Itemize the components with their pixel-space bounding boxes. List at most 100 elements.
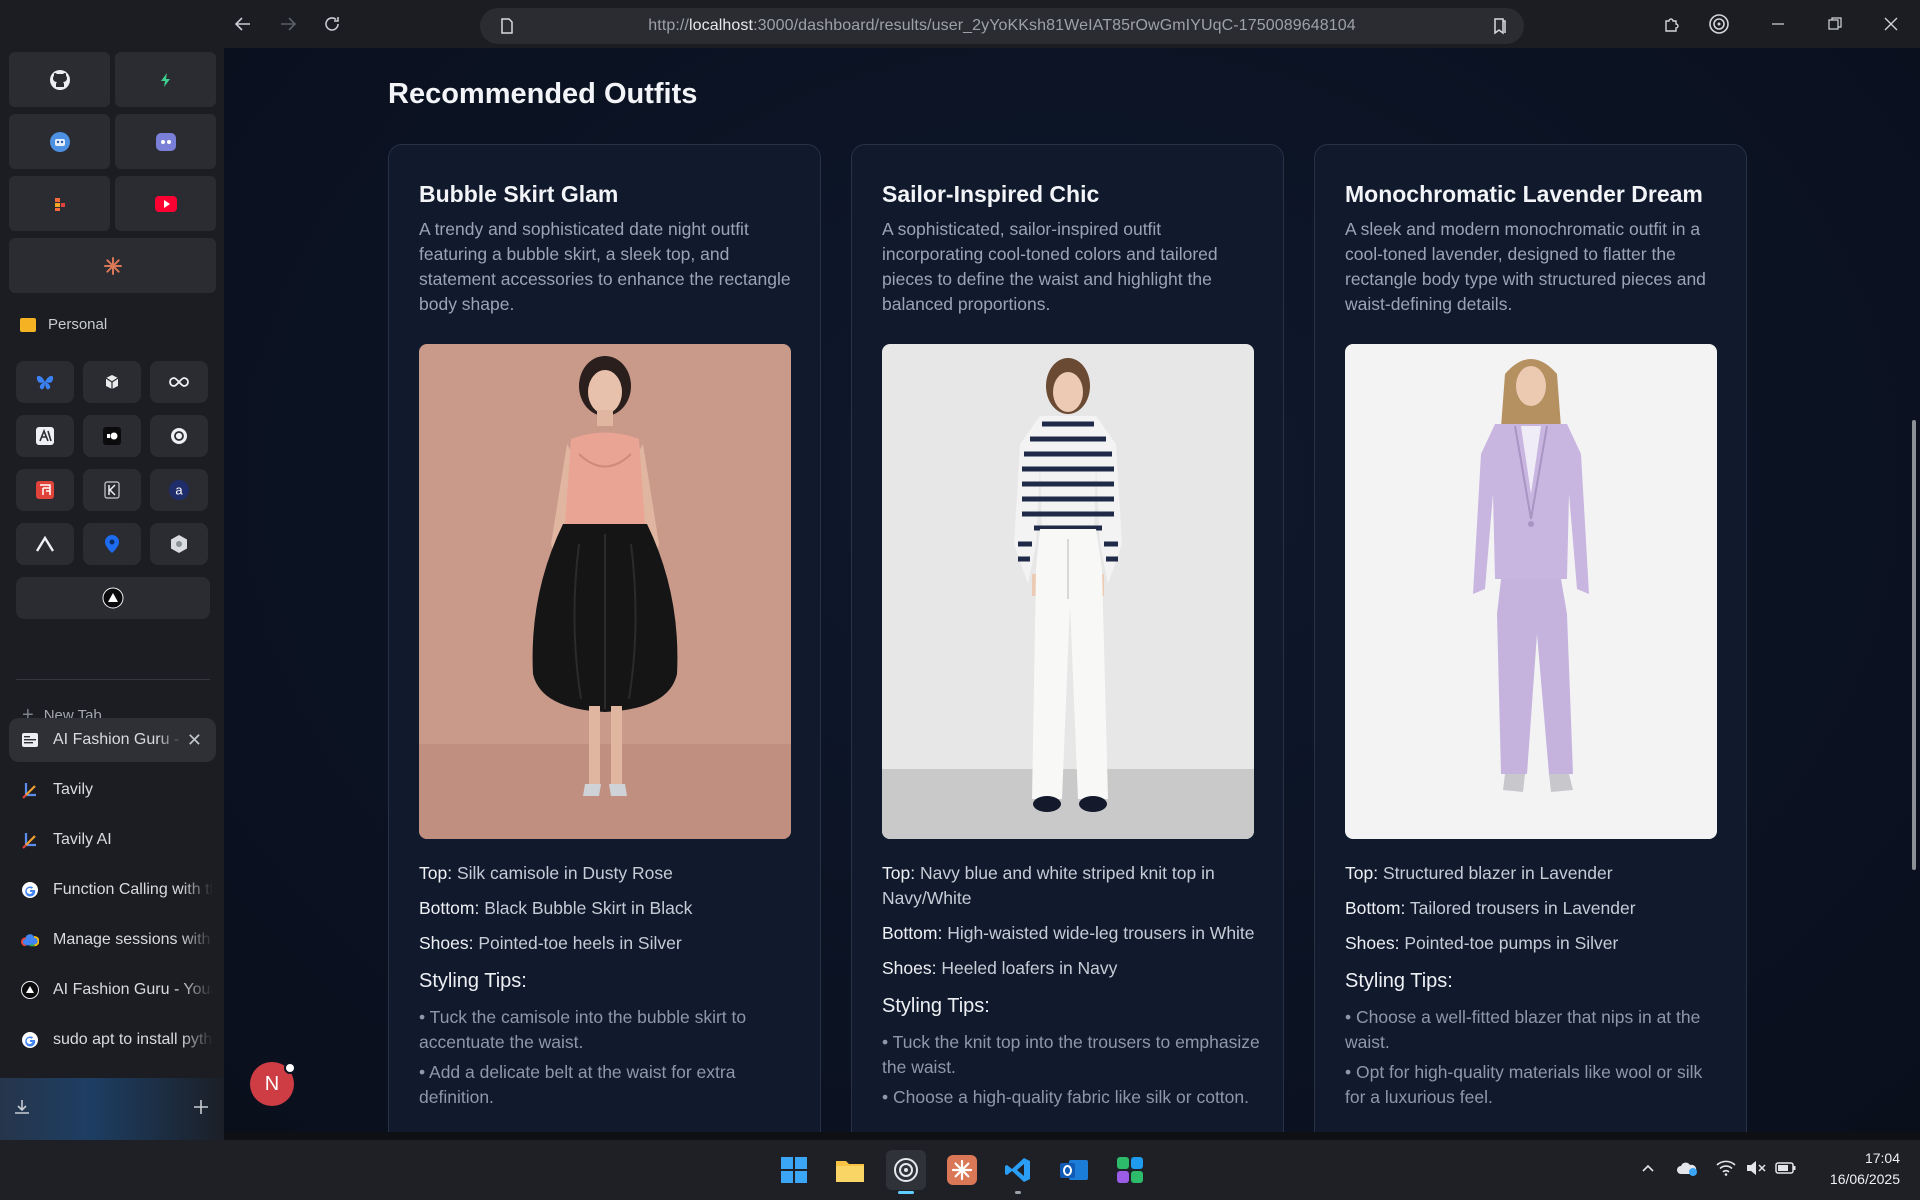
back-button[interactable] <box>228 10 258 38</box>
scrollbar[interactable] <box>1912 420 1916 870</box>
styling-tip: • Choose a well-fitted blazer that nips … <box>1345 1007 1701 1052</box>
bolt-icon <box>160 72 170 87</box>
pinned-app-5[interactable] <box>83 415 141 457</box>
outfit-items: Top: Structured blazer in Lavender Botto… <box>1345 861 1725 1115</box>
taskbar-browser[interactable] <box>886 1150 926 1194</box>
taskbar-app[interactable] <box>1110 1150 1150 1190</box>
page-title: Recommended Outfits <box>388 78 698 110</box>
close-window-button[interactable] <box>1876 12 1906 36</box>
pinned-app-4[interactable] <box>16 415 74 457</box>
anthropic-icon <box>36 427 54 445</box>
outfit-bottom: Bottom: High-waisted wide-leg trousers i… <box>882 923 1255 943</box>
fav-bolt[interactable] <box>115 52 216 107</box>
fav-blocks[interactable] <box>9 176 110 231</box>
styling-tips-heading: Styling Tips: <box>1345 970 1453 992</box>
pinned-app-9[interactable]: a <box>150 469 208 511</box>
fav-claude[interactable] <box>9 238 216 293</box>
taskbar-outlook[interactable] <box>1054 1150 1094 1190</box>
tab-ai-fashion-guru[interactable]: AI Fashion Guru - You ✕ <box>9 718 216 762</box>
pinned-app-8[interactable] <box>83 469 141 511</box>
pinned-app-3[interactable] <box>150 361 208 403</box>
volume-muted-icon[interactable] <box>1746 1160 1766 1181</box>
reload-button[interactable] <box>317 10 347 38</box>
address-bar[interactable]: http://localhost:3000/dashboard/results/… <box>480 8 1524 44</box>
tab-label: Function Calling with the Gemini API <box>53 881 213 898</box>
browser-toolbar: http://localhost:3000/dashboard/results/… <box>0 0 1920 48</box>
wifi-icon[interactable] <box>1716 1160 1736 1181</box>
restore-button[interactable] <box>1820 12 1850 36</box>
bookmark-icon[interactable] <box>1490 16 1510 36</box>
tab-tavily-ai[interactable]: Tavily AI <box>9 818 216 862</box>
caret-up-icon <box>35 536 55 552</box>
page-tab-icon <box>21 731 39 749</box>
google-icon <box>21 881 39 899</box>
tab-label: AI Fashion Guru - Your AI stylist <box>53 981 213 998</box>
minimize-button[interactable] <box>1763 12 1793 36</box>
outfit-description: A trendy and sophisticated date night ou… <box>419 219 791 314</box>
styling-tip: • Choose a high-quality fabric like silk… <box>882 1087 1249 1107</box>
clock[interactable]: 17:04 16/06/2025 <box>1830 1148 1900 1190</box>
pinned-app-12[interactable] <box>150 523 208 565</box>
svg-text:a: a <box>175 483 183 498</box>
fav-chat[interactable] <box>115 114 216 169</box>
tab-tavily[interactable]: Tavily <box>9 768 216 812</box>
outfit-title: Sailor-Inspired Chic <box>882 181 1100 207</box>
tab-function-calling[interactable]: Function Calling with the Gemini API <box>9 868 216 912</box>
google-cloud-icon <box>21 931 39 949</box>
outfit-description: A sleek and modern monochromatic outfit … <box>1345 219 1706 314</box>
tab-label: sudo apt to install python <box>53 1031 213 1048</box>
tavily-icon <box>21 781 39 799</box>
fav-youtube[interactable] <box>115 176 216 231</box>
fav-github[interactable] <box>9 52 110 107</box>
space-label: Personal <box>48 316 108 333</box>
tray-chevron-icon[interactable] <box>1640 1160 1656 1181</box>
tab-label: Tavily AI <box>53 831 112 848</box>
forward-button[interactable] <box>273 10 303 38</box>
pinned-app-2[interactable] <box>83 361 141 403</box>
outfit-shoes: Shoes: Pointed-toe pumps in Silver <box>1345 933 1619 953</box>
outfit-bottom: Bottom: Tailored trousers in Lavender <box>1345 898 1636 918</box>
outfit-top: Top: Navy blue and white striped knit to… <box>882 863 1215 908</box>
outfit-items: Top: Silk camisole in Dusty Rose Bottom:… <box>419 861 799 1115</box>
profile-button[interactable] <box>1704 12 1734 36</box>
folder-icon <box>20 317 36 332</box>
clock-date: 16/06/2025 <box>1829 1171 1900 1187</box>
google-icon <box>21 1031 39 1049</box>
pinned-app-13[interactable] <box>16 577 210 619</box>
close-tab-icon[interactable]: ✕ <box>187 730 202 751</box>
start-button[interactable] <box>774 1150 814 1190</box>
pinned-app-10[interactable] <box>16 523 74 565</box>
sunburst-icon <box>103 256 122 275</box>
outfit-shoes: Shoes: Heeled loafers in Navy <box>882 958 1118 978</box>
outlook-icon <box>1060 1160 1088 1180</box>
url-text[interactable]: http://localhost:3000/dashboard/results/… <box>480 17 1524 35</box>
taskbar-claude[interactable] <box>942 1150 982 1190</box>
grid-red-icon <box>36 481 54 499</box>
pinned-app-11[interactable] <box>83 523 141 565</box>
download-icon[interactable] <box>13 1098 31 1122</box>
outfit-image <box>419 344 791 839</box>
onedrive-icon[interactable] <box>1676 1160 1698 1181</box>
extensions-button[interactable] <box>1657 12 1687 36</box>
outfit-top: Top: Structured blazer in Lavender <box>1345 863 1613 883</box>
battery-icon[interactable] <box>1775 1160 1797 1181</box>
tab-ai-fashion-guru-2[interactable]: AI Fashion Guru - Your AI stylist <box>9 968 216 1012</box>
taskbar-vscode[interactable] <box>998 1150 1038 1194</box>
robot-icon <box>49 131 70 152</box>
pinned-app-1[interactable] <box>16 361 74 403</box>
notification-dot <box>284 1062 296 1074</box>
fav-bot[interactable] <box>9 114 110 169</box>
add-space-icon[interactable] <box>193 1098 209 1121</box>
spiral-icon <box>894 1158 918 1182</box>
tab-manage-sessions[interactable]: Manage sessions with Vertex AI <box>9 918 216 962</box>
tiles-icon <box>1117 1157 1143 1183</box>
tab-sudo-apt[interactable]: sudo apt to install python <box>9 1018 216 1062</box>
space-personal[interactable]: Personal <box>20 316 107 333</box>
pinned-app-6[interactable] <box>150 415 208 457</box>
outfit-description: A sophisticated, sailor-inspired outfit … <box>882 219 1218 314</box>
outfit-title: Bubble Skirt Glam <box>419 181 619 207</box>
chat-icon <box>155 132 176 151</box>
styling-tip: • Tuck the knit top into the trousers to… <box>882 1032 1260 1077</box>
taskbar-file-explorer[interactable] <box>830 1150 870 1190</box>
pinned-app-7[interactable] <box>16 469 74 511</box>
